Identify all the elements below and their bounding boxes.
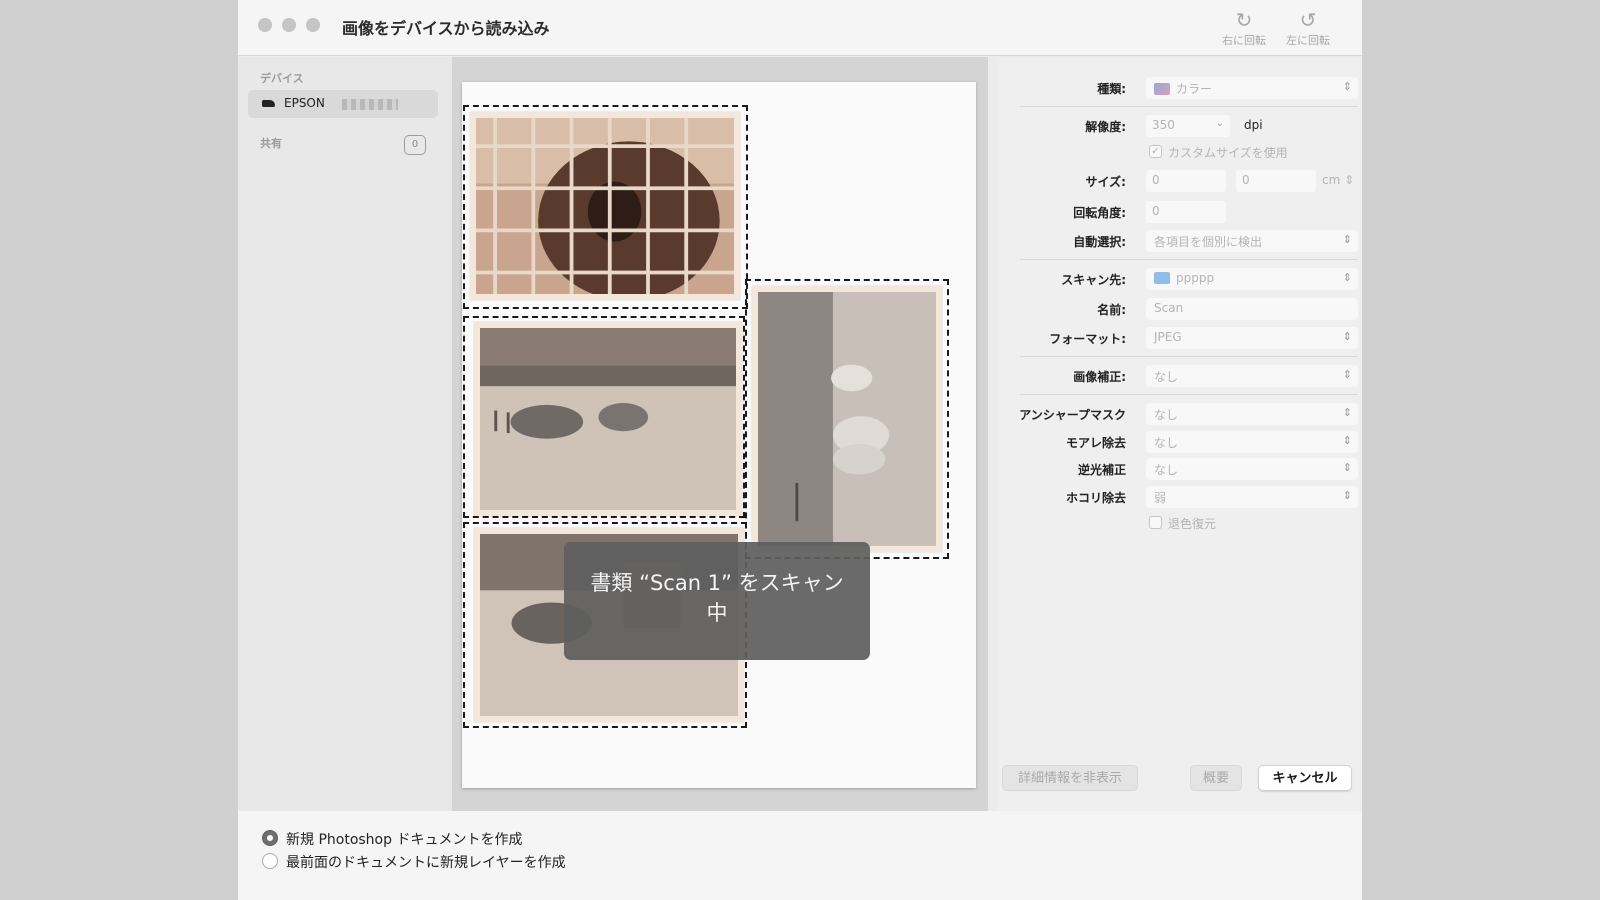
device-sidebar: デバイス EPSON 共有 0 [238, 57, 452, 811]
scanned-photo-gorilla [470, 112, 740, 300]
name-field[interactable]: Scan [1146, 298, 1358, 320]
kind-label: 種類: [1097, 82, 1126, 96]
separator [1020, 106, 1358, 107]
rotate-right-label: 右に回転 [1222, 34, 1266, 47]
kind-popup[interactable]: カラー [1146, 77, 1358, 99]
overview-button[interactable]: 概要 [1190, 765, 1242, 791]
minimize-window-button[interactable] [282, 18, 296, 32]
separator [1020, 356, 1358, 357]
backlight-label: 逆光補正 [1077, 463, 1126, 477]
zoom-window-button[interactable] [306, 18, 320, 32]
folder-icon [1154, 272, 1170, 284]
scan-to-popup[interactable]: ppppp [1146, 268, 1358, 290]
scan-to-label: スキャン先: [1061, 273, 1126, 287]
shared-count-badge: 0 [404, 135, 426, 155]
resolution-label: 解像度: [1085, 120, 1126, 134]
auto-select-label: 自動選択: [1073, 235, 1126, 249]
rotate-left-button[interactable]: ↺ 左に回転 [1280, 8, 1336, 48]
auto-select-popup[interactable]: 各項目を個別に検出 [1146, 230, 1358, 252]
new-layer-radio[interactable] [262, 853, 278, 869]
cancel-button[interactable]: キャンセル [1258, 765, 1352, 791]
close-window-button[interactable] [258, 18, 272, 32]
sidebar-item-epson[interactable]: EPSON [248, 90, 438, 118]
moire-popup[interactable]: なし [1146, 431, 1358, 453]
titlebar: 画像をデバイスから読み込み ↻ 右に回転 ↺ 左に回転 [238, 0, 1362, 56]
rotate-right-icon: ↻ [1235, 8, 1253, 32]
rotation-label: 回転角度: [1073, 206, 1126, 220]
window-title: 画像をデバイスから読み込み [342, 19, 550, 38]
scan-settings-panel: 種類: カラー 解像度: 350 ⌄ dpi ✓ カスタムサイズを使用 サイズ:… [998, 57, 1362, 811]
chevron-down-icon: ⌄ [1215, 118, 1224, 129]
name-label: 名前: [1097, 303, 1126, 317]
size-unit-popup[interactable]: cm ⇕ [1322, 173, 1354, 187]
custom-size-label: カスタムサイズを使用 [1168, 146, 1288, 160]
backlight-popup[interactable]: なし [1146, 458, 1358, 480]
separator [1020, 394, 1358, 395]
moire-label: モアレ除去 [1065, 436, 1126, 450]
rotate-right-button[interactable]: ↻ 右に回転 [1216, 8, 1272, 48]
rotate-left-label: 左に回転 [1286, 34, 1330, 47]
shared-header: 共有 [260, 137, 282, 150]
desktop-background [1362, 0, 1600, 900]
format-popup[interactable]: JPEG [1146, 327, 1358, 349]
size-height-field[interactable]: 0 [1236, 170, 1316, 192]
rotation-field[interactable]: 0 [1146, 201, 1226, 223]
fade-restore-checkbox[interactable] [1149, 516, 1162, 529]
new-document-radio[interactable] [262, 830, 278, 846]
separator [1020, 259, 1358, 260]
resolution-unit: dpi [1244, 118, 1263, 132]
rotate-left-icon: ↺ [1299, 8, 1317, 32]
size-width-field[interactable]: 0 [1146, 170, 1226, 192]
import-dialog-window: 画像をデバイスから読み込み ↻ 右に回転 ↺ 左に回転 デバイス EPSON 共… [238, 0, 1362, 900]
unsharp-mask-popup[interactable]: なし [1146, 403, 1358, 425]
desktop-background [0, 0, 238, 900]
resolution-combo[interactable]: 350 ⌄ [1146, 115, 1230, 137]
scan-preview-page: 書類 “Scan 1” をスキャン中 [462, 82, 976, 788]
unsharp-mask-label: アンシャープマスク [1019, 408, 1126, 422]
device-name: EPSON [284, 96, 325, 110]
destination-options: 新規 Photoshop ドキュメントを作成 最前面のドキュメントに新規レイヤー… [238, 811, 1362, 900]
format-label: フォーマット: [1049, 332, 1126, 346]
new-document-label[interactable]: 新規 Photoshop ドキュメントを作成 [286, 829, 522, 849]
scanning-progress-overlay: 書類 “Scan 1” をスキャン中 [564, 542, 870, 660]
scanner-icon [262, 100, 275, 107]
new-layer-label[interactable]: 最前面のドキュメントに新規レイヤーを作成 [286, 852, 566, 872]
dust-label: ホコリ除去 [1065, 491, 1126, 505]
hide-details-button[interactable]: 詳細情報を非表示 [1002, 765, 1138, 791]
scan-preview-area: 書類 “Scan 1” をスキャン中 [452, 57, 988, 811]
size-label: サイズ: [1085, 175, 1126, 189]
scanning-message: 書類 “Scan 1” をスキャン中 [590, 571, 844, 625]
image-correction-label: 画像補正: [1073, 370, 1126, 384]
redacted-device-model [342, 99, 398, 110]
fade-restore-label: 退色復元 [1168, 517, 1217, 531]
image-correction-popup[interactable]: なし [1146, 365, 1358, 387]
custom-size-checkbox[interactable]: ✓ [1149, 145, 1162, 158]
scanned-photo-rhinos [474, 322, 742, 516]
dust-popup[interactable]: 弱 [1146, 486, 1358, 508]
devices-header: デバイス [260, 72, 304, 85]
scanned-photo-rhino-herd [752, 286, 942, 552]
color-mode-icon [1154, 83, 1170, 95]
